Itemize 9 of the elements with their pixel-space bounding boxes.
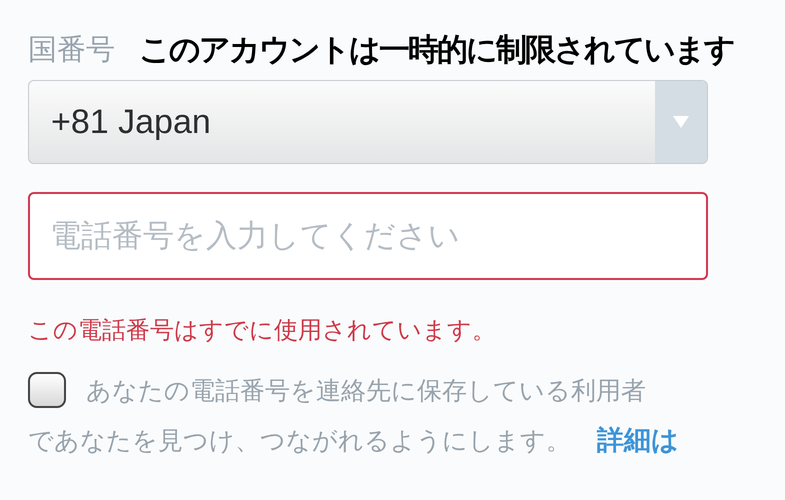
error-message: この電話番号はすでに使用されています。	[28, 315, 497, 346]
caption: このアカウントは一時的に制限されています	[139, 31, 734, 70]
contacts-checkbox[interactable]	[28, 372, 66, 408]
phone-input-field[interactable]: 電話番号を入力してください	[28, 192, 708, 280]
consent-text: あなたの電話番号を連絡先に保存している利用者	[86, 374, 646, 406]
country-code-select[interactable]: +81 Japan	[28, 80, 708, 164]
consent-text: であなたを見つけ、つながれるようにします。	[28, 424, 571, 456]
dropdown-icon	[673, 116, 689, 128]
country-code-label: 国番号	[28, 31, 115, 68]
